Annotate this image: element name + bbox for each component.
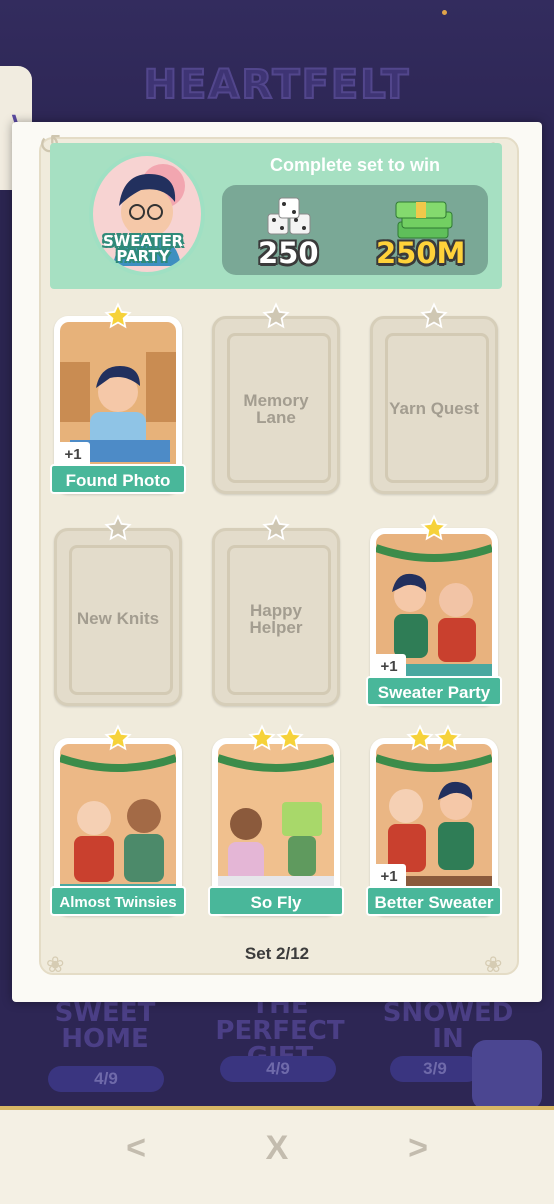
star-icon <box>104 302 132 329</box>
sticker-label-line: Memory <box>243 391 309 410</box>
sticker-label: Better Sweater <box>366 886 502 916</box>
star-icon <box>420 514 448 541</box>
sticker-label-line: Happy <box>250 601 302 620</box>
bg-set-progress: 3/9 <box>390 1056 480 1082</box>
sticker-label: Sweater Party <box>366 676 502 706</box>
bg-present-icon[interactable] <box>472 1040 542 1110</box>
sticker-memory-lane[interactable]: Memory Lane <box>212 302 340 494</box>
sticker-found-photo[interactable]: +1 Found Photo <box>50 302 186 494</box>
sticker-new-knits[interactable]: New Knits <box>54 514 182 706</box>
chevron-right-icon: > <box>408 1128 428 1167</box>
previous-set-button[interactable]: < <box>106 1118 166 1178</box>
bg-set-name-line: HOME <box>61 1024 149 1054</box>
sticker-label: New Knits <box>54 610 182 627</box>
sticker-art <box>60 744 176 904</box>
sticker-so-fly[interactable]: So Fly <box>208 724 344 916</box>
star-icon <box>434 724 462 751</box>
sticker-almost-twinsies[interactable]: Almost Twinsies <box>50 724 186 916</box>
star-rating <box>370 302 498 330</box>
star-rating <box>370 724 498 752</box>
star-icon <box>104 514 132 541</box>
bg-set-name-line: SWEET <box>54 998 156 1028</box>
reward-caption: Complete set to win <box>269 155 440 175</box>
chevron-left-icon: < <box>126 1128 146 1167</box>
star-icon <box>406 724 434 751</box>
star-icon <box>262 302 290 329</box>
close-icon: X <box>265 1128 289 1167</box>
cash-reward-value: 250M <box>376 236 466 270</box>
sticker-label-line: Yarn Quest <box>389 399 479 418</box>
star-icon <box>276 724 304 751</box>
sparkle-dot <box>442 10 447 15</box>
star-rating <box>54 302 182 330</box>
sticker-better-sweater[interactable]: +1 Better Sweater <box>366 724 502 916</box>
sticker-label: Happy Helper <box>212 602 340 636</box>
album-title: HEARTFELT <box>143 61 411 109</box>
bg-set-sweet-home[interactable]: SWEET HOME <box>40 1000 170 1052</box>
star-icon <box>262 514 290 541</box>
sticker-label-line: New Knits <box>76 609 160 628</box>
sticker-sweater-party[interactable]: +1 Sweater Party <box>366 514 502 706</box>
next-set-button[interactable]: > <box>388 1118 448 1178</box>
sticker-label: Memory Lane <box>212 392 340 426</box>
sticker-yarn-quest[interactable]: Yarn Quest <box>370 302 498 494</box>
sticker-label: Found Photo <box>50 464 186 494</box>
sticker-happy-helper[interactable]: Happy Helper <box>212 514 340 706</box>
bg-set-progress: 4/9 <box>48 1066 164 1092</box>
sticker-label-line: Lane <box>256 408 296 427</box>
bg-set-progress: 4/9 <box>220 1056 336 1082</box>
close-button[interactable]: X <box>247 1118 307 1178</box>
star-rating <box>212 724 340 752</box>
star-icon <box>104 724 132 751</box>
set-name: SWEATER PARTY <box>80 234 206 264</box>
star-rating <box>54 514 182 542</box>
star-rating <box>54 724 182 752</box>
star-icon <box>420 302 448 329</box>
star-rating <box>212 302 340 330</box>
sticker-label: So Fly <box>208 886 344 916</box>
sticker-label-line: Helper <box>249 618 303 637</box>
star-rating <box>212 514 340 542</box>
sticker-label: Almost Twinsies <box>50 886 186 916</box>
star-icon <box>248 724 276 751</box>
sticker-art <box>218 744 334 904</box>
dice-reward-value: 250 <box>258 236 319 270</box>
star-rating <box>370 514 498 542</box>
set-progress-text: Set 2/12 <box>244 944 310 963</box>
sticker-label: Yarn Quest <box>370 400 498 417</box>
set-name-line: PARTY <box>116 247 170 265</box>
